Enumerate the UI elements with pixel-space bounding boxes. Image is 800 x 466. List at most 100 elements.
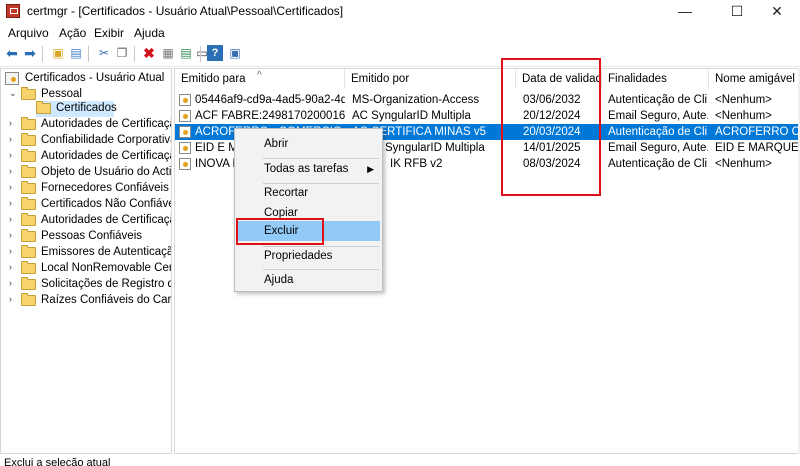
expand-icon[interactable]: › (9, 118, 19, 128)
console-icon[interactable]: ▣ (227, 45, 243, 61)
show-hide-tree-icon[interactable]: ▤ (68, 45, 84, 61)
table-row[interactable]: 05446af9-cd9a-4ad5-90a2-4d45... MS-Organ… (175, 92, 799, 108)
folder-open-icon (36, 101, 51, 114)
folder-icon (21, 149, 36, 162)
tree-item-label: Local NonRemovable Certifi (41, 262, 172, 274)
toolbar: ⬅ ➡ ▣ ▤ ✂ ❐ ✖ ▦ ▤ ▭ ? ▣ (0, 42, 800, 67)
expand-icon[interactable]: › (9, 166, 19, 176)
tree-item-label: Confiabilidade Corporativa (41, 134, 172, 146)
folder-icon (21, 213, 36, 226)
tree-item-label: Certificados Não Confiáveis (41, 198, 172, 210)
tree-item[interactable]: › Objeto de Usuário do Active I (9, 165, 171, 181)
certificate-icon (179, 110, 191, 122)
expand-icon[interactable]: › (9, 150, 19, 160)
tree-item[interactable]: › Emissores de Autenticação de (9, 245, 171, 261)
tree-item-certificados[interactable]: Certificados (36, 101, 117, 117)
collapse-icon[interactable]: ⌄ (9, 88, 19, 99)
tree-item[interactable]: › Pessoas Confiáveis (9, 229, 171, 245)
highlight-box-data-validade (501, 58, 601, 196)
folder-icon (21, 197, 36, 210)
cell-finalidades: Email Seguro, Aute... (608, 142, 708, 154)
menu-arquivo[interactable]: Arquivo (8, 26, 49, 40)
back-icon[interactable]: ⬅ (4, 45, 20, 61)
properties-icon[interactable]: ▦ (160, 45, 176, 61)
tree-item-label: Autoridades de Certificação F (41, 214, 171, 226)
tree-item[interactable]: › Autoridades de Certificação F (9, 213, 171, 229)
tree-item-label: Solicitações de Registro de C (41, 278, 171, 290)
expand-icon[interactable]: › (9, 198, 19, 208)
menu-item-ajuda[interactable]: Ajuda (235, 270, 382, 290)
console-tree: Certificados - Usuário Atual ⌄ Pessoal C… (0, 68, 172, 454)
folder-icon (21, 117, 36, 130)
folder-icon (21, 245, 36, 258)
tree-item[interactable]: › Autoridades de Certificação I (9, 149, 171, 165)
tree-item[interactable]: › Solicitações de Registro de C (9, 277, 171, 293)
menu-item-label: Recortar (264, 187, 309, 199)
tree-item-label: Autoridades de Certificação I (41, 150, 171, 162)
tree-item[interactable]: › Raízes Confiáveis do Cartão I (9, 293, 171, 309)
column-header-label: Finalidades (608, 73, 667, 85)
cell-emitido-para: ACF FABRE:24981702000161 (195, 110, 345, 122)
column-header-label: Nome amigável (715, 73, 795, 85)
certificate-icon (179, 158, 191, 170)
up-folder-icon[interactable]: ▣ (50, 45, 66, 61)
copy-icon[interactable]: ❐ (114, 45, 130, 61)
minimize-button[interactable]: — (662, 0, 708, 22)
menu-item-recortar[interactable]: Recortar (235, 183, 382, 203)
expand-icon[interactable]: › (9, 294, 19, 304)
tree-item[interactable]: › Fornecedores Confiáveis (9, 181, 171, 197)
tree-item[interactable]: › Local NonRemovable Certifi (9, 261, 172, 277)
tree-item[interactable]: › Confiabilidade Corporativa (9, 133, 172, 149)
menu-bar: Arquivo Ação Exibir Ajuda (0, 24, 800, 42)
help-icon[interactable]: ? (207, 45, 223, 61)
expand-icon[interactable]: › (9, 230, 19, 240)
column-header-finalidades[interactable]: Finalidades (602, 69, 709, 89)
menu-item-abrir[interactable]: Abrir (235, 134, 382, 154)
column-header-nome-amigavel[interactable]: Nome amigável (709, 69, 799, 89)
menu-item-todas-as-tarefas[interactable]: Todas as tarefas ▶ (235, 159, 382, 179)
menu-ajuda[interactable]: Ajuda (134, 26, 165, 40)
cell-nome-amigavel: ACROFERRO COM (715, 126, 800, 138)
tree-item[interactable]: › Certificados Não Confiáveis (9, 197, 172, 213)
expand-icon[interactable]: › (9, 134, 19, 144)
expand-icon[interactable]: › (9, 182, 19, 192)
column-header-emitido-para[interactable]: Emitido para ^ (175, 69, 345, 89)
forward-icon[interactable]: ➡ (22, 45, 38, 61)
folder-icon (21, 165, 36, 178)
menu-item-propriedades[interactable]: Propriedades (235, 246, 382, 266)
folder-icon (21, 277, 36, 290)
cell-finalidades: Email Seguro, Aute... (608, 110, 708, 122)
certificate-icon (179, 126, 191, 138)
cell-emitido-por: MS-Organization-Access (352, 94, 480, 106)
folder-icon (21, 181, 36, 194)
menu-exibir[interactable]: Exibir (94, 26, 124, 40)
delete-icon[interactable]: ✖ (141, 45, 157, 61)
menu-acao[interactable]: Ação (59, 26, 86, 40)
folder-icon (21, 87, 36, 100)
tree-item-label: Emissores de Autenticação de (41, 246, 171, 258)
folder-icon (21, 229, 36, 242)
toolbar-separator (200, 46, 201, 62)
tree-item[interactable]: › Autoridades de Certificação F (9, 117, 171, 133)
folder-icon (21, 261, 36, 274)
cell-finalidades: Autenticação de Cli... (608, 158, 708, 170)
tree-item-label: Autoridades de Certificação F (41, 118, 171, 130)
certificate-store-icon (5, 72, 19, 85)
tree-root[interactable]: Certificados - Usuário Atual (5, 71, 171, 87)
expand-icon[interactable]: › (9, 246, 19, 256)
close-button[interactable]: ✕ (754, 0, 800, 22)
column-header-label: Emitido por (351, 73, 410, 85)
highlight-box-excluir (236, 218, 324, 245)
status-text: Exclui a seleção atual (4, 457, 111, 466)
cut-icon[interactable]: ✂ (96, 45, 112, 61)
expand-icon[interactable]: › (9, 262, 19, 272)
expand-icon[interactable]: › (9, 278, 19, 288)
expand-icon[interactable]: › (9, 214, 19, 224)
menu-item-label: Propriedades (264, 250, 333, 262)
column-header-label: Emitido para (181, 73, 246, 85)
refresh-icon[interactable]: ▤ (178, 45, 194, 61)
table-row[interactable]: ACF FABRE:24981702000161 AC SyngularID M… (175, 108, 799, 124)
cell-emitido-por: SyngularID Multipla (385, 142, 485, 154)
column-header-emitido-por[interactable]: Emitido por (345, 69, 516, 89)
tree-root-label: Certificados - Usuário Atual (25, 72, 165, 84)
